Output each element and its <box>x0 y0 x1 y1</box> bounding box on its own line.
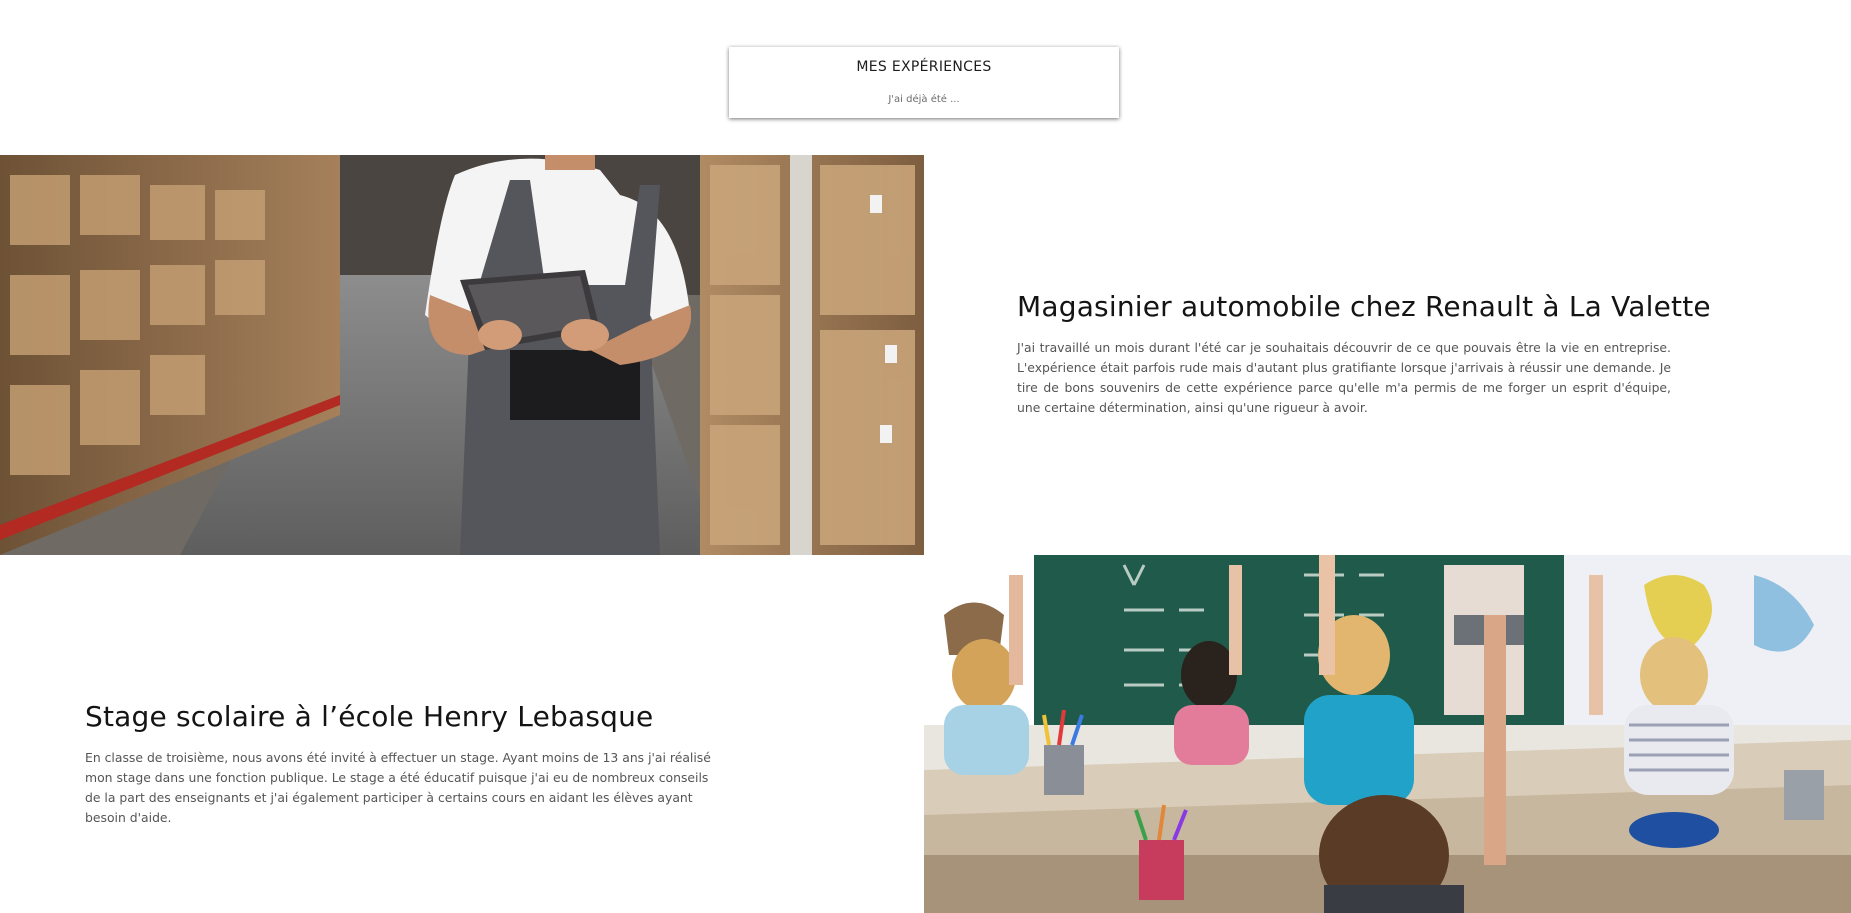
experience-school: Stage scolaire à l’école Henry Lebasque … <box>85 700 725 828</box>
experience-title: Stage scolaire à l’école Henry Lebasque <box>85 700 654 733</box>
classroom-illustration <box>924 555 1851 913</box>
warehouse-worker-photo <box>0 155 924 555</box>
section-title: MES EXPÉRIENCES <box>856 59 992 75</box>
experience-description: J'ai travaillé un mois durant l'été car … <box>1017 339 1671 415</box>
classroom-photo <box>924 555 1851 913</box>
warehouse-illustration <box>0 155 924 555</box>
section-header-card: MES EXPÉRIENCES J'ai déjà été ... <box>729 47 1119 118</box>
experience-description: En classe de troisième, nous avons été i… <box>85 749 711 825</box>
section-subtitle: J'ai déjà été ... <box>888 94 960 105</box>
experiences-page: MES EXPÉRIENCES J'ai déjà été ... Magasi… <box>0 0 1851 913</box>
experience-renault: Magasinier automobile chez Renault à La … <box>1017 290 1711 418</box>
experience-title: Magasinier automobile chez Renault à La … <box>1017 290 1711 323</box>
